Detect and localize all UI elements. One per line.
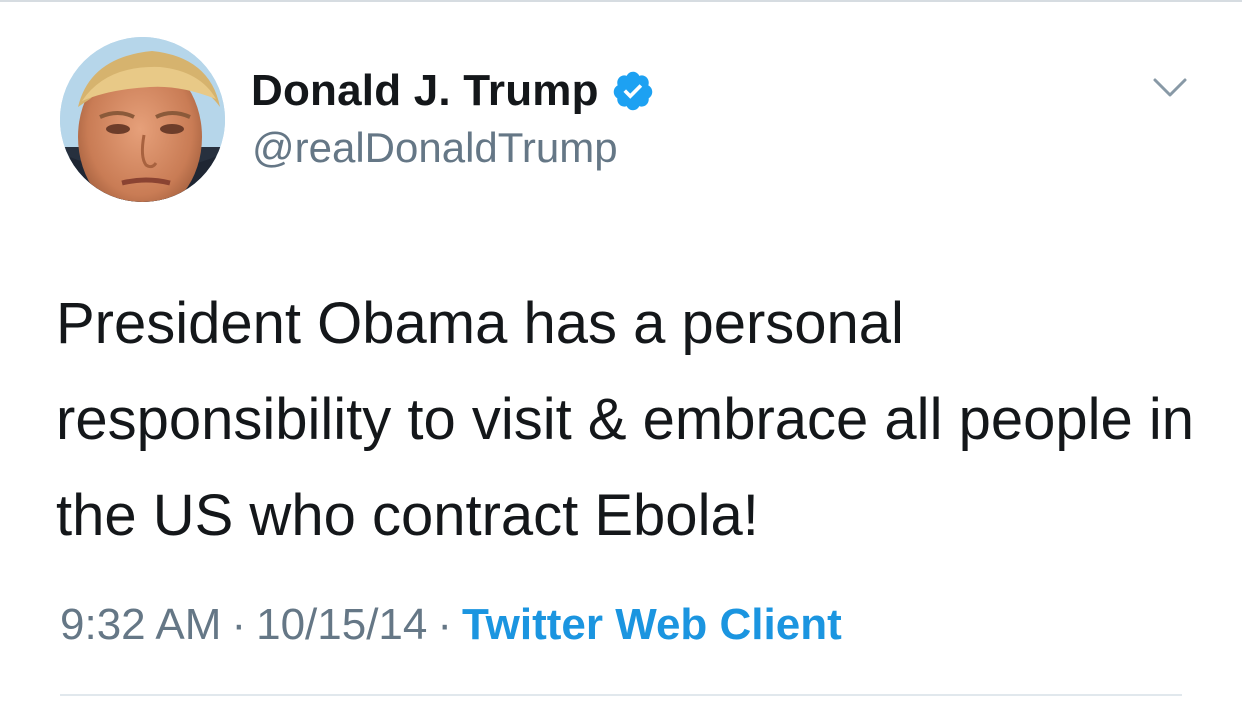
bottom-divider bbox=[60, 694, 1182, 696]
author-display-name[interactable]: Donald J. Trump bbox=[251, 64, 655, 118]
tweet-date[interactable]: 10/15/14 bbox=[256, 600, 427, 649]
tweet-time[interactable]: 9:32 AM bbox=[60, 600, 221, 649]
tweet-source-link[interactable]: Twitter Web Client bbox=[462, 600, 842, 649]
separator-dot: · bbox=[231, 600, 247, 649]
chevron-down-icon[interactable] bbox=[1152, 76, 1188, 100]
tweet-text: President Obama has a personal responsib… bbox=[56, 291, 1194, 548]
author-handle[interactable]: @realDonaldTrump bbox=[252, 124, 618, 172]
verified-badge-icon bbox=[611, 69, 655, 113]
tweet-metadata: 9:32 AM · 10/15/14 · Twitter Web Client bbox=[60, 598, 842, 652]
profile-photo bbox=[60, 37, 225, 202]
avatar[interactable] bbox=[60, 37, 225, 202]
top-divider bbox=[0, 0, 1242, 2]
separator-dot: · bbox=[437, 600, 453, 649]
author-name-text[interactable]: Donald J. Trump bbox=[251, 66, 599, 116]
